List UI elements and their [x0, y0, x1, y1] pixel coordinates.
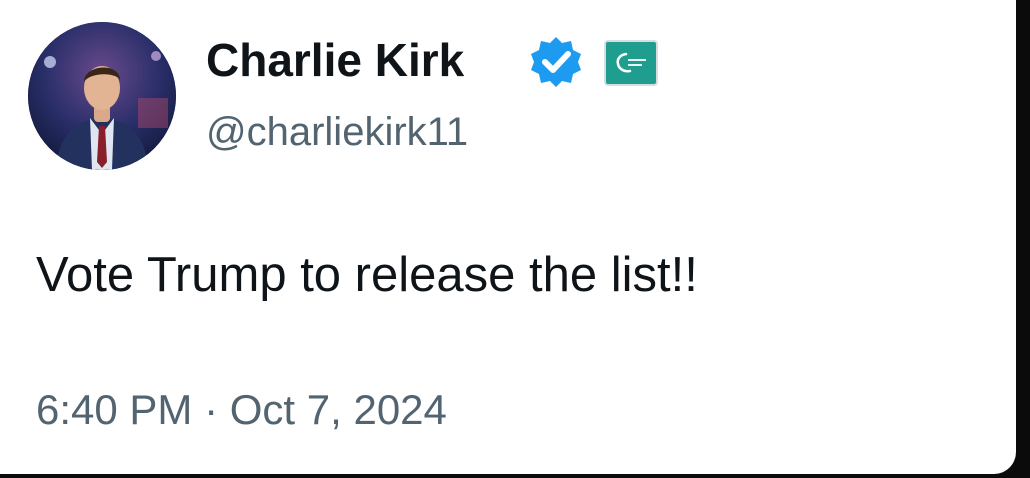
- affiliate-badge-icon[interactable]: [604, 40, 658, 86]
- author-handle[interactable]: @charliekirk11: [206, 104, 468, 160]
- verified-badge-icon: [528, 34, 584, 90]
- timestamp-separator: ·: [204, 386, 219, 433]
- tweet-date: Oct 7, 2024: [229, 386, 447, 433]
- tweet-text: Vote Trump to release the list!!: [36, 248, 698, 302]
- tweet-time: 6:40 PM: [36, 386, 193, 433]
- author-display-name[interactable]: Charlie Kirk: [206, 30, 464, 90]
- avatar[interactable]: [28, 22, 176, 170]
- avatar-image: [28, 22, 176, 170]
- tweet-timestamp[interactable]: 6:40 PM · Oct 7, 2024: [36, 378, 447, 442]
- tweet-card: Charlie Kirk @charliekirk11 Vote Trump t…: [0, 0, 1016, 474]
